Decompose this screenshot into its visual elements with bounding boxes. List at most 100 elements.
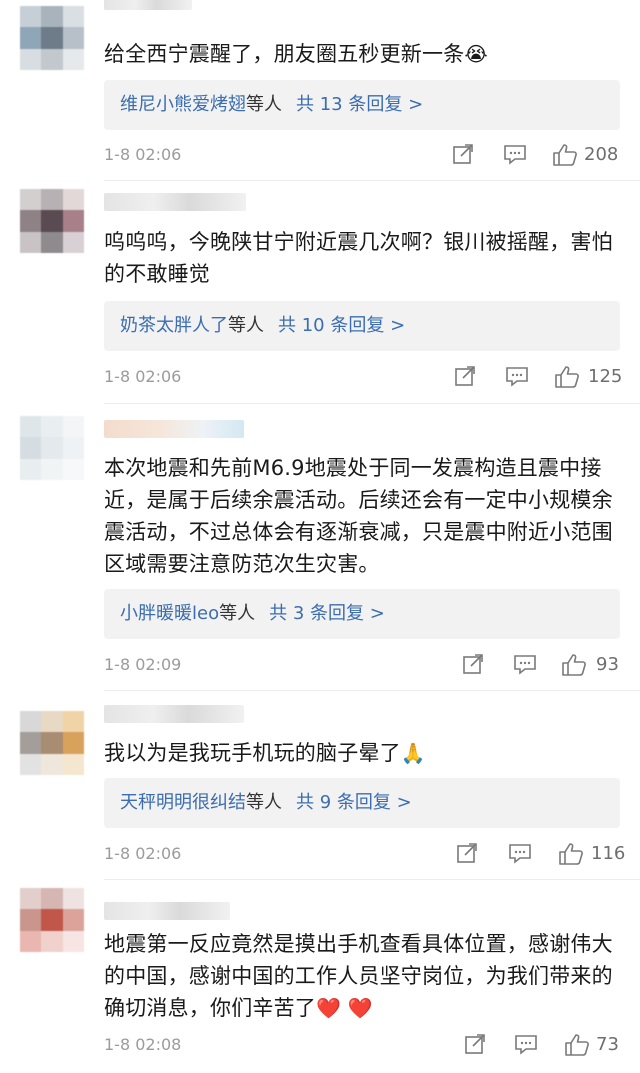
like-icon[interactable] [554,365,580,389]
comment-time: 1-8 02:09 [104,655,182,674]
share-icon[interactable] [462,653,484,677]
avatar-mosaic-tile [41,189,63,211]
reply-others-label: 等人 [246,94,282,115]
avatar-mosaic-tile [41,888,63,910]
reply-others-label: 等人 [228,315,264,336]
avatar-mosaic-tile [41,711,63,733]
reply-user-link[interactable]: 奶茶太胖人了 [120,315,228,336]
avatar-mosaic-tile [62,458,84,480]
like-icon[interactable] [558,842,584,866]
like-count: 208 [584,144,619,165]
comment-body: 本次地震和先前M6.9地震处于同一发震构造且震中接近，是属于后续余震活动。后续还… [104,456,613,576]
like-count: 125 [588,366,623,387]
comment-icon[interactable] [505,365,529,389]
reply-summary-button[interactable]: 维尼小熊爱烤翅等人共 13 条回复 > [104,80,620,130]
avatar-mosaic-tile [62,48,84,70]
reply-user-link[interactable]: 维尼小熊爱烤翅 [120,94,246,115]
avatar-mosaic-tile [41,732,63,754]
reply-summary-button[interactable]: 天秤明明很纠结等人共 9 条回复 > [104,778,620,828]
avatar-mosaic-tile [41,416,63,438]
avatar[interactable] [20,416,84,480]
avatar-mosaic-tile [41,753,63,775]
avatar-mosaic-tile [20,437,42,459]
avatar-mosaic-tile [41,48,63,70]
avatar-mosaic-tile [20,888,42,910]
comment-meta: 1-8 02:06 208 [104,140,620,170]
comment-item: 给全西宁震醒了，朋友圈五秒更新一条😭 维尼小熊爱烤翅等人共 13 条回复 > 1… [0,0,640,180]
username-redacted[interactable] [104,0,192,10]
crying-emoji-icon: 😭 [464,42,488,66]
username-redacted[interactable] [104,193,246,211]
like-count: 73 [596,1034,619,1055]
comment-item: 本次地震和先前M6.9地震处于同一发震构造且震中接近，是属于后续余震活动。后续还… [0,404,640,690]
avatar-mosaic-tile [41,210,63,232]
reply-others-label: 等人 [219,603,256,624]
comment-text: 地震第一反应竟然是摸出手机查看具体位置，感谢伟大的中国，感谢中国的工作人员坚守岗… [104,928,616,1024]
comment-icon[interactable] [503,143,527,167]
like-icon[interactable] [552,143,578,167]
comment-icon[interactable] [513,653,537,677]
comment-icon[interactable] [514,1033,538,1057]
comment-meta: 1-8 02:08 73 [104,1030,620,1060]
avatar-mosaic-tile [20,27,42,49]
reply-summary-button[interactable]: 小胖暖暖leo等人共 3 条回复 > [104,589,620,639]
avatar-mosaic-tile [62,189,84,211]
like-count: 116 [591,843,626,864]
avatar-mosaic-tile [20,416,42,438]
avatar-mosaic-tile [62,711,84,733]
avatar[interactable] [20,711,84,775]
avatar-mosaic-tile [41,909,63,931]
share-icon[interactable] [454,365,476,389]
comment-time: 1-8 02:06 [104,844,182,863]
avatar-mosaic-tile [62,210,84,232]
reply-user-link[interactable]: 天秤明明很纠结 [120,792,246,813]
reply-count-link[interactable]: 共 13 条回复 > [296,94,423,115]
like-icon[interactable] [561,653,587,677]
reply-count-link[interactable]: 共 3 条回复 > [269,603,385,624]
avatar-mosaic-tile [20,753,42,775]
avatar-mosaic-tile [41,437,63,459]
comment-time: 1-8 02:06 [104,145,182,164]
avatar-mosaic-tile [20,732,42,754]
reply-count-link[interactable]: 共 9 条回复 > [296,792,412,813]
like-count: 93 [596,654,619,675]
red-heart-emoji-icon: ❤️ ❤️ [316,996,373,1020]
comment-time: 1-8 02:08 [104,1035,182,1054]
avatar-mosaic-tile [20,189,42,211]
avatar[interactable] [20,888,84,952]
comment-text: 我以为是我玩手机玩的脑子晕了🙏 [104,737,616,769]
comment-item: 呜呜呜，今晚陕甘宁附近震几次啊？银川被摇醒，害怕的不敢睡觉 奶茶太胖人了等人共 … [0,181,640,403]
comment-text: 本次地震和先前M6.9地震处于同一发震构造且震中接近，是属于后续余震活动。后续还… [104,452,620,580]
username-redacted[interactable] [104,705,244,723]
comment-body: 我以为是我玩手机玩的脑子晕了 [104,741,401,765]
comment-meta: 1-8 02:09 93 [104,650,620,680]
avatar-mosaic-tile [62,930,84,952]
avatar-mosaic-tile [41,231,63,253]
avatar-mosaic-tile [20,930,42,952]
share-icon[interactable] [456,842,478,866]
like-icon[interactable] [564,1033,590,1057]
share-icon[interactable] [452,143,474,167]
username-redacted[interactable] [104,902,230,920]
avatar-mosaic-tile [62,732,84,754]
avatar-mosaic-tile [62,888,84,910]
avatar-mosaic-tile [62,231,84,253]
avatar-mosaic-tile [62,909,84,931]
avatar-mosaic-tile [20,48,42,70]
reply-count-link[interactable]: 共 10 条回复 > [278,315,405,336]
avatar-mosaic-tile [41,458,63,480]
username-redacted[interactable] [104,420,244,438]
avatar-mosaic-tile [62,416,84,438]
share-icon[interactable] [464,1033,486,1057]
avatar[interactable] [20,6,84,70]
comment-item: 地震第一反应竟然是摸出手机查看具体位置，感谢伟大的中国，感谢中国的工作人员坚守岗… [0,880,640,1073]
reply-user-link[interactable]: 小胖暖暖leo [120,603,219,624]
avatar-mosaic-tile [62,437,84,459]
avatar-mosaic-tile [62,27,84,49]
reply-summary-button[interactable]: 奶茶太胖人了等人共 10 条回复 > [104,301,620,351]
praying-hands-emoji-icon: 🙏 [400,741,426,765]
avatar-mosaic-tile [41,6,63,28]
comment-icon[interactable] [508,842,532,866]
avatar-mosaic-tile [20,6,42,28]
avatar[interactable] [20,189,84,253]
